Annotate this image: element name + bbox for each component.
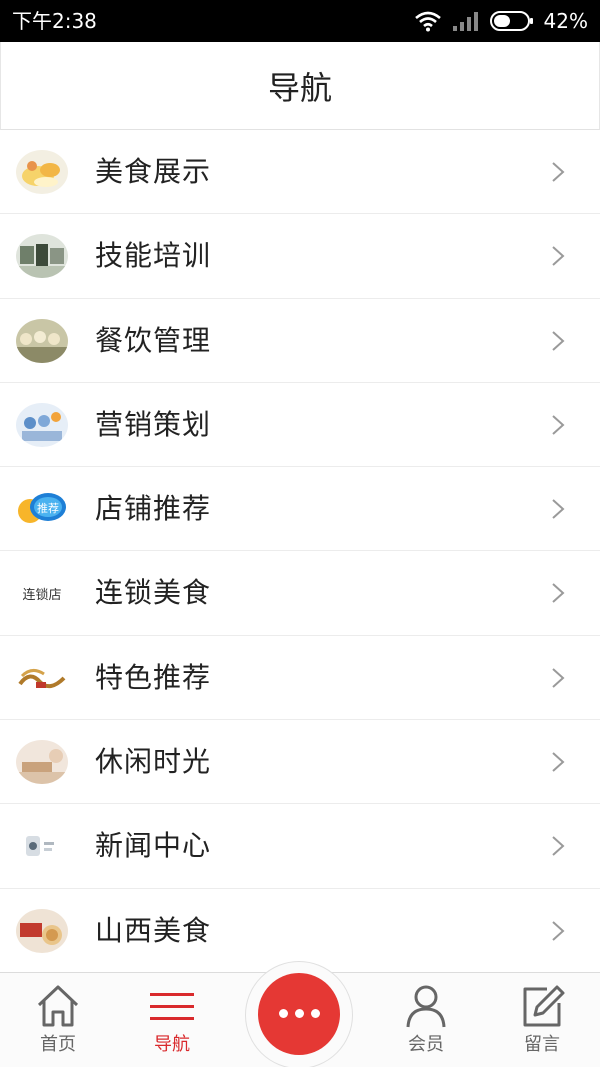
header: 导航 xyxy=(0,42,600,130)
nav-item-label: 特色推荐 xyxy=(95,660,212,694)
home-icon xyxy=(37,985,79,1027)
chevron-right-icon xyxy=(552,583,565,604)
status-bar: 下午2:38 42% xyxy=(0,0,600,42)
nav-item-label: 技能培训 xyxy=(95,239,212,273)
edit-icon xyxy=(523,985,565,1027)
more-button[interactable] xyxy=(258,973,340,1055)
nav-item-label: 美食展示 xyxy=(95,155,212,188)
nav-item-leisure-time[interactable]: 休闲时光 xyxy=(0,720,600,805)
nav-item-catering-management[interactable]: 餐饮管理 xyxy=(0,298,600,383)
nav-item-label: 山西美食 xyxy=(95,913,212,947)
leisure-time-thumbnail xyxy=(16,740,68,785)
tab-nav-label: 导航 xyxy=(154,1034,190,1055)
nav-item-label: 休闲时光 xyxy=(95,745,212,779)
nav-item-label: 餐饮管理 xyxy=(95,323,212,357)
battery-percent: 42% xyxy=(543,9,588,33)
featured-recommend-thumbnail xyxy=(16,655,68,700)
chevron-right-icon xyxy=(552,668,565,688)
tab-member[interactable]: 会员 xyxy=(376,973,476,1067)
nav-item-skill-training[interactable]: 技能培训 xyxy=(0,214,600,299)
nav-item-food-display[interactable]: 美食展示 xyxy=(0,130,600,215)
chevron-right-icon xyxy=(552,836,565,857)
shanxi-food-thumbnail xyxy=(16,908,68,953)
nav-item-chain-food[interactable]: 连锁店 连锁美食 xyxy=(0,551,600,636)
store-recommend-thumbnail: 推荐 xyxy=(16,487,68,531)
tab-member-label: 会员 xyxy=(408,1034,444,1055)
nav-item-label: 营销策划 xyxy=(95,407,212,441)
tab-message[interactable]: 留言 xyxy=(492,973,592,1067)
news-center-thumbnail xyxy=(16,824,68,869)
nav-item-store-recommend[interactable]: 推荐 店铺推荐 xyxy=(0,467,600,552)
marketing-planning-thumbnail xyxy=(16,402,68,447)
nav-item-news-center[interactable]: 新闻中心 xyxy=(0,804,600,889)
signal-icon xyxy=(452,12,478,31)
menu-icon xyxy=(150,993,194,1020)
chevron-right-icon xyxy=(552,920,565,941)
status-icons: 42% xyxy=(414,8,588,34)
chevron-right-icon xyxy=(552,162,565,182)
chevron-right-icon xyxy=(552,246,565,267)
chain-food-thumbnail: 连锁店 xyxy=(16,571,68,616)
wifi-icon xyxy=(414,11,441,32)
bottom-nav-bar: 首页 导航 会员 留言 xyxy=(0,961,600,1067)
nav-list: 美食展示 技能培训 餐饮管理 营销策划 推荐 店铺推荐 连锁店 连锁美食 特色推… xyxy=(0,130,600,973)
tab-nav[interactable]: 导航 xyxy=(122,973,222,1067)
store-badge-text: 推荐 xyxy=(37,501,59,515)
user-icon xyxy=(406,985,446,1028)
status-time: 下午2:38 xyxy=(12,9,97,33)
nav-item-label: 连锁美食 xyxy=(95,576,212,610)
chevron-right-icon xyxy=(552,752,565,772)
nav-item-marketing-planning[interactable]: 营销策划 xyxy=(0,382,600,468)
chain-logo-text: 连锁店 xyxy=(22,587,61,603)
catering-management-thumbnail xyxy=(16,318,68,363)
chevron-right-icon xyxy=(552,330,565,351)
chevron-right-icon xyxy=(552,499,565,519)
tab-message-label: 留言 xyxy=(524,1034,560,1055)
nav-item-featured-recommend[interactable]: 特色推荐 xyxy=(0,635,600,721)
battery-icon xyxy=(489,11,533,31)
more-dots-icon xyxy=(258,1009,340,1018)
skill-training-thumbnail xyxy=(16,234,68,279)
nav-item-label: 店铺推荐 xyxy=(95,492,212,526)
page-title: 导航 xyxy=(267,69,332,107)
tab-home[interactable]: 首页 xyxy=(8,973,108,1067)
food-display-thumbnail xyxy=(16,150,68,194)
tab-home-label: 首页 xyxy=(40,1034,76,1055)
chevron-right-icon xyxy=(552,415,565,435)
nav-item-label: 新闻中心 xyxy=(95,829,212,863)
